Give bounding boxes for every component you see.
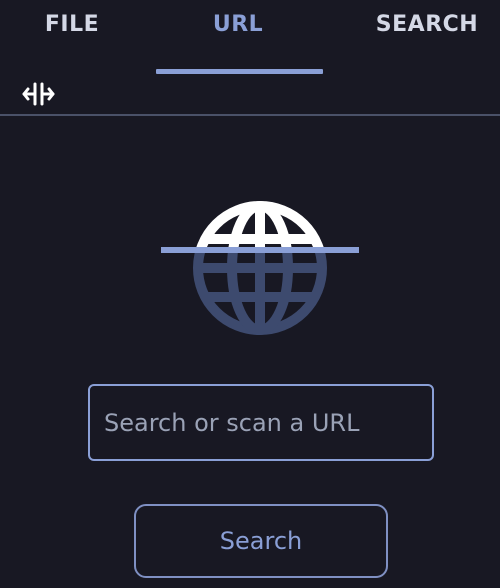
- split-arrows-icon[interactable]: [20, 80, 58, 108]
- search-button[interactable]: Search: [134, 504, 388, 578]
- globe-scan-icon: [155, 196, 365, 341]
- active-tab-indicator: [156, 69, 323, 74]
- app-root: FILE URL SEARCH Search or scan a URL Sea…: [0, 0, 500, 588]
- url-input[interactable]: [88, 384, 434, 461]
- header-divider: [0, 114, 500, 116]
- tab-search[interactable]: SEARCH: [368, 8, 486, 42]
- tab-file[interactable]: FILE: [22, 8, 122, 42]
- tab-url[interactable]: URL: [188, 8, 288, 42]
- tab-bar: FILE URL SEARCH: [0, 0, 500, 78]
